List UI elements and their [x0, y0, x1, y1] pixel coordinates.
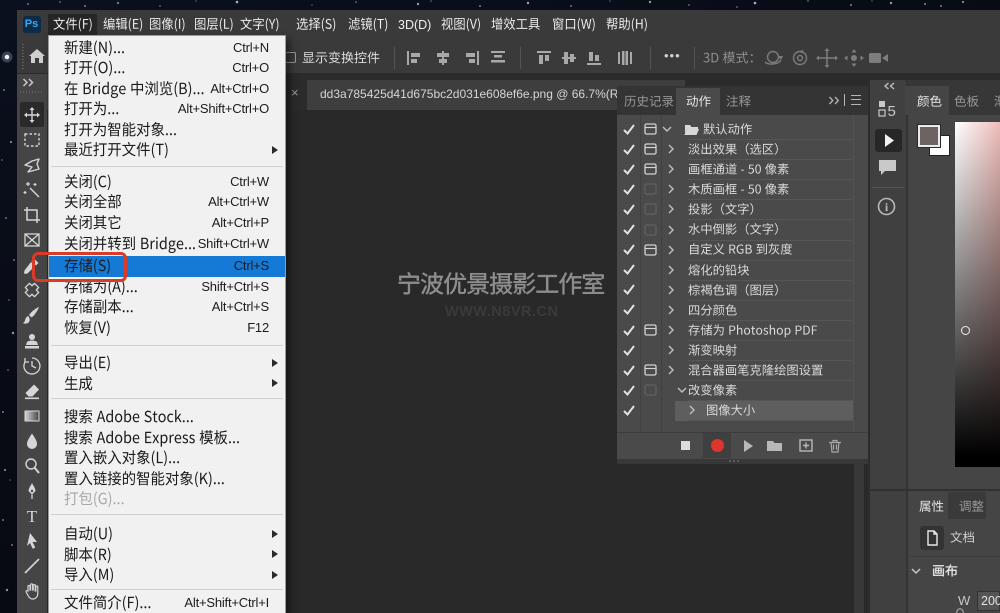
svg-text:T: T	[27, 507, 38, 525]
svg-text:i: i	[885, 200, 889, 214]
svg-text:5: 5	[888, 103, 896, 118]
